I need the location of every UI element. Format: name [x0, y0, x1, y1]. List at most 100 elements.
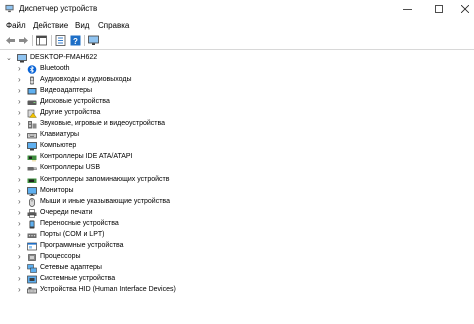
close-button[interactable]: [452, 0, 474, 18]
bluetooth-icon: [27, 65, 37, 74]
back-arrow-icon[interactable]: [5, 35, 16, 46]
tree-item-label: Аудиовходы и аудиовыходы: [40, 76, 132, 84]
tree-item-label: Программные устройства: [40, 241, 124, 249]
tree-item[interactable]: › Мыши и иные указывающие устройства: [0, 197, 474, 208]
chevron-right-icon[interactable]: ›: [18, 175, 21, 184]
chevron-right-icon[interactable]: ›: [18, 75, 21, 84]
chevron-right-icon[interactable]: ›: [18, 197, 21, 206]
tree-item-label: Контроллеры запоминающих устройств: [40, 175, 170, 183]
chevron-right-icon[interactable]: ›: [18, 86, 21, 95]
sound-video-icon: [28, 121, 37, 129]
tree-item-label: Устройства HID (Human Interface Devices): [40, 286, 176, 293]
tree-item[interactable]: › Контроллеры IDE ATA/ATAPI: [0, 152, 474, 163]
tree-root-label: DESKTOP-FMAH622: [30, 54, 98, 61]
tree-item[interactable]: › Программные устройства: [0, 241, 474, 252]
chevron-right-icon[interactable]: ›: [18, 108, 21, 117]
chevron-right-icon[interactable]: ›: [18, 274, 21, 283]
tree-item[interactable]: › Компьютер: [0, 141, 474, 152]
chevron-right-icon[interactable]: ›: [18, 64, 21, 73]
chevron-right-icon[interactable]: ›: [18, 152, 21, 161]
chevron-right-icon[interactable]: ›: [18, 119, 21, 128]
chevron-right-icon[interactable]: ›: [18, 252, 21, 261]
tree-item[interactable]: › Очереди печати: [0, 208, 474, 219]
forward-arrow-icon[interactable]: [18, 35, 29, 46]
tree-item[interactable]: › Переносные устройства: [0, 219, 474, 230]
print-queue-icon: [27, 208, 37, 218]
keyboard-icon: [27, 133, 37, 139]
tree-item[interactable]: › Аудиовходы и аудиовыходы: [0, 75, 474, 86]
chevron-right-icon[interactable]: ›: [18, 285, 21, 294]
tree-item-label: Мыши и иные указывающие устройства: [40, 197, 170, 205]
ide-controller-icon: [27, 155, 37, 162]
minimize-icon: [402, 8, 412, 10]
chevron-right-icon[interactable]: ›: [18, 141, 21, 150]
tree-item[interactable]: › Устройства HID (Human Interface Devices…: [0, 285, 474, 296]
chevron-right-icon[interactable]: ›: [18, 163, 21, 172]
show-hide-console-tree-icon[interactable]: [36, 35, 47, 46]
tree-item-label: Дисковые устройства: [40, 98, 110, 106]
tree-item[interactable]: › Видеоадаптеры: [0, 86, 474, 97]
tree-item-label: Процессоры: [40, 252, 81, 260]
portable-device-icon: [29, 220, 35, 229]
menu-view[interactable]: Вид: [75, 21, 89, 30]
chevron-right-icon[interactable]: ›: [18, 219, 21, 228]
software-device-icon: [27, 242, 37, 251]
tree-item[interactable]: › Клавиатуры: [0, 130, 474, 141]
tree-item[interactable]: › Звуковые, игровые и видеоустройства: [0, 119, 474, 130]
hid-icon: [27, 287, 37, 294]
tree-item[interactable]: › Bluetooth: [0, 64, 474, 75]
chevron-right-icon[interactable]: ›: [18, 263, 21, 272]
chevron-right-icon[interactable]: ›: [18, 186, 21, 195]
close-icon: [461, 5, 469, 13]
tree-item-label: Компьютер: [40, 142, 77, 150]
port-icon: [27, 233, 37, 238]
network-adapter-icon: [27, 264, 37, 273]
scan-hardware-icon[interactable]: [88, 35, 99, 46]
usb-controller-icon: [27, 167, 37, 171]
mouse-icon: [29, 197, 35, 207]
chevron-right-icon[interactable]: ›: [18, 241, 21, 250]
tree-item[interactable]: › Другие устройства: [0, 108, 474, 119]
menu-bar: Файл Действие Вид Справка: [0, 18, 474, 32]
tree-item-label: Мониторы: [40, 186, 74, 194]
processor-icon: [28, 254, 36, 261]
maximize-button[interactable]: [426, 0, 452, 18]
tree-item-label: Звуковые, игровые и видеоустройства: [40, 120, 166, 128]
chevron-right-icon[interactable]: ›: [18, 230, 21, 239]
tree-item-label: Другие устройства: [40, 109, 101, 117]
toolbar-separator: [32, 35, 33, 46]
tree-item[interactable]: › Системные устройства: [0, 274, 474, 285]
tree-item[interactable]: › Контроллеры USB: [0, 163, 474, 174]
monitor-icon: [27, 186, 37, 196]
title-bar: Диспетчер устройств: [0, 0, 474, 18]
tree-item-label: Порты (COM и LPT): [40, 230, 105, 238]
chevron-down-icon[interactable]: ⌄: [6, 54, 12, 62]
chevron-right-icon[interactable]: ›: [18, 208, 21, 217]
menu-file[interactable]: Файл: [6, 21, 26, 30]
tree-item-label: Сетевые адаптеры: [40, 263, 102, 271]
tree-item[interactable]: › Мониторы: [0, 186, 474, 197]
tree-item[interactable]: › Процессоры: [0, 252, 474, 263]
tree-item[interactable]: › Порты (COM и LPT): [0, 230, 474, 241]
display-adapter-icon: [27, 88, 37, 95]
tree-item-label: Видеоадаптеры: [40, 87, 93, 95]
chevron-right-icon[interactable]: ›: [18, 130, 21, 139]
device-manager-icon: [5, 4, 14, 13]
minimize-button[interactable]: [394, 0, 420, 18]
disk-drive-icon: [27, 100, 37, 106]
tree-root[interactable]: ⌄ DESKTOP-FMAH622: [0, 53, 474, 64]
computer-icon: [17, 54, 27, 63]
maximize-icon: [435, 5, 443, 13]
menu-help[interactable]: Справка: [98, 21, 129, 30]
audio-io-icon: [30, 76, 34, 85]
tree-item[interactable]: › Сетевые адаптеры: [0, 263, 474, 274]
toolbar: ?: [0, 32, 474, 50]
tree-item[interactable]: › Контроллеры запоминающих устройств: [0, 175, 474, 186]
menu-action[interactable]: Действие: [33, 21, 68, 30]
tree-item[interactable]: › Дисковые устройства: [0, 97, 474, 108]
device-tree: ⌄ DESKTOP-FMAH622 › Bluetooth › Аудиовходы …: [0, 51, 474, 324]
chevron-right-icon[interactable]: ›: [18, 97, 21, 106]
window-title: Диспетчер устройств: [19, 4, 98, 13]
properties-icon[interactable]: [55, 35, 66, 46]
help-icon[interactable]: ?: [70, 35, 81, 46]
